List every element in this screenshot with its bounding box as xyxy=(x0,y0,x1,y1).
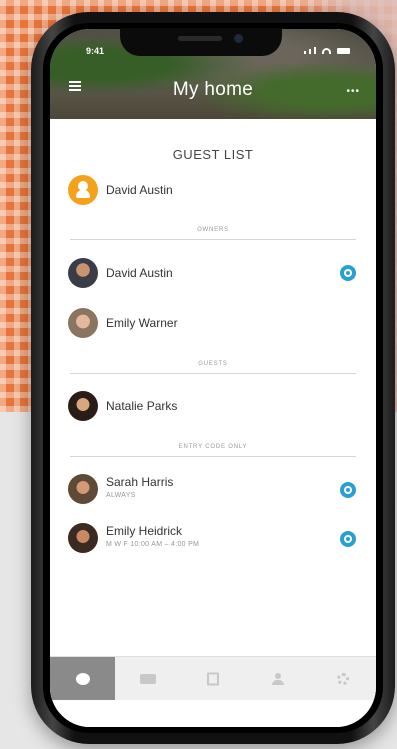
signal-bar xyxy=(309,49,311,54)
avatar xyxy=(68,523,98,553)
status-indicator-icon xyxy=(340,482,356,498)
activity-log-icon xyxy=(206,672,219,686)
list-item[interactable]: Emily Heidrick M W F 10:00 AM – 4:00 PM xyxy=(50,522,376,554)
avatar xyxy=(68,474,98,504)
home-indicator-area xyxy=(50,700,376,727)
phone-notch xyxy=(120,28,282,56)
list-item[interactable]: Emily Warner xyxy=(50,307,376,339)
guest-name: Emily Heidrick xyxy=(106,524,183,538)
tab-home[interactable] xyxy=(50,657,115,701)
more-icon[interactable]: ••• xyxy=(346,86,360,97)
speaker-icon xyxy=(178,36,222,41)
guest-name: Sarah Harris xyxy=(106,475,174,489)
page-title: My home xyxy=(172,79,254,100)
phone-screen: 9:41 My home ••• GUEST LIST David Austin… xyxy=(50,29,376,727)
owner-badge-icon xyxy=(68,175,98,205)
tab-guests[interactable] xyxy=(245,657,310,701)
front-camera-icon xyxy=(234,34,243,43)
wifi-icon xyxy=(322,48,331,54)
list-item[interactable]: Sarah Harris ALWAYS xyxy=(50,473,376,505)
tab-bar xyxy=(50,656,376,701)
guest-name: David Austin xyxy=(106,266,173,280)
guest-list-title: GUEST LIST xyxy=(172,147,254,162)
list-item[interactable]: David Austin xyxy=(50,257,376,289)
guest-schedule: ALWAYS xyxy=(106,492,136,499)
guest-name: Natalie Parks xyxy=(106,399,178,413)
home-dot-icon xyxy=(75,673,90,685)
battery-icon xyxy=(337,48,350,54)
status-indicator-icon xyxy=(340,265,356,281)
guest-schedule: M W F 10:00 AM – 4:00 PM xyxy=(106,541,200,548)
current-user-row[interactable]: David Austin xyxy=(50,174,376,206)
section-label-guests: GUESTS xyxy=(70,361,356,375)
section-label-entry-code: ENTRY CODE ONLY xyxy=(70,444,356,458)
signal-icon xyxy=(304,51,306,54)
guest-name: Emily Warner xyxy=(106,316,178,330)
current-user-name: David Austin xyxy=(106,183,173,197)
tab-activity[interactable] xyxy=(180,657,245,701)
guests-icon xyxy=(271,673,285,685)
settings-icon xyxy=(336,673,349,685)
avatar xyxy=(68,258,98,288)
tab-settings[interactable] xyxy=(310,657,375,701)
signal-bar xyxy=(314,47,316,54)
list-item[interactable]: Natalie Parks xyxy=(50,390,376,422)
status-icons xyxy=(304,47,350,54)
avatar xyxy=(68,391,98,421)
avatar xyxy=(68,308,98,338)
tab-camera[interactable] xyxy=(115,657,180,701)
camera-icon xyxy=(139,674,156,684)
status-indicator-icon xyxy=(340,531,356,547)
status-time: 9:41 xyxy=(86,46,105,56)
section-label-owners: OWNERS xyxy=(70,227,356,241)
